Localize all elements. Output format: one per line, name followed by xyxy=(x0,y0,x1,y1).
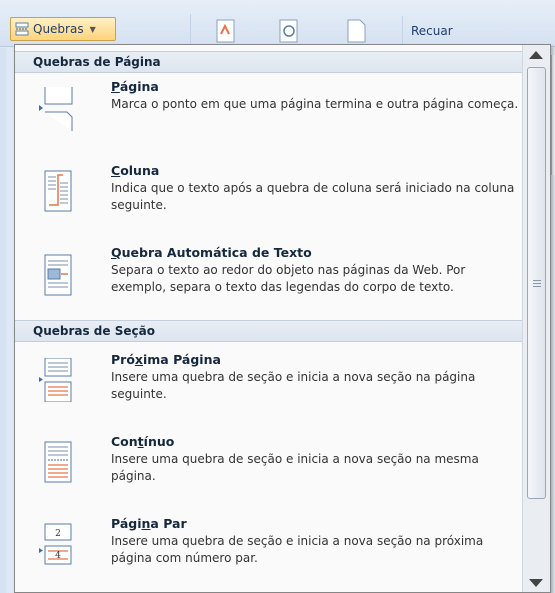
continuous-section-icon xyxy=(44,441,72,483)
even-icon-top-number: 2 xyxy=(55,529,61,539)
breaks-dropdown-menu: Quebras de Página Página Marca o ponto e… xyxy=(14,44,551,593)
item-description: Separa o texto ao redor do objeto nas pá… xyxy=(111,263,466,294)
indent-group-label: Recuar xyxy=(402,16,552,46)
window-edge xyxy=(551,55,555,175)
ribbon-bar: Quebras ▼ Recuar xyxy=(0,0,555,47)
next-page-section-icon xyxy=(39,358,72,402)
text-wrapping-break-icon xyxy=(44,254,72,296)
item-description: Insere uma quebra de seção e inicia a no… xyxy=(111,370,476,401)
scroll-down-arrow-icon[interactable] xyxy=(529,579,543,587)
scrollbar-thumb[interactable] xyxy=(527,67,546,499)
document-edge xyxy=(0,48,6,593)
menu-item-text-wrapping[interactable]: Quebra Automática de Texto Separa o text… xyxy=(15,245,521,305)
item-title: Quebra Automática de Texto xyxy=(111,245,312,260)
chevron-down-icon: ▼ xyxy=(89,24,96,34)
grip-line xyxy=(533,283,541,284)
item-title: Próxima Página xyxy=(111,352,221,367)
item-description: Insere uma quebra de seção e inicia a no… xyxy=(111,534,484,565)
item-title: Página xyxy=(111,79,159,94)
menu-scrollbar[interactable] xyxy=(522,45,550,592)
menu-item-column[interactable]: Coluna Indica que o texto após a quebra … xyxy=(15,163,521,223)
menu-item-continuous[interactable]: Contínuo Insere uma quebra de seção e in… xyxy=(15,434,521,494)
menu-item-next-page[interactable]: Próxima Página Insere uma quebra de seçã… xyxy=(15,352,521,412)
hyphenation-icon[interactable] xyxy=(278,18,300,44)
line-numbers-icon[interactable] xyxy=(215,18,237,44)
item-description: Indica que o texto após a quebra de colu… xyxy=(111,181,515,212)
item-title: Contínuo xyxy=(111,434,175,449)
breaks-icon xyxy=(15,22,29,36)
page-icon[interactable] xyxy=(346,18,368,44)
item-description: Insere uma quebra de seção e inicia a no… xyxy=(111,452,479,483)
menu-item-even-page[interactable]: 2 4 Página Par Insere uma quebra de seçã… xyxy=(15,516,521,576)
item-title: Página Par xyxy=(111,516,187,531)
grip-line xyxy=(533,286,541,287)
item-description: Marca o ponto em que uma página termina … xyxy=(111,97,519,111)
section-header-page-breaks: Quebras de Página xyxy=(15,51,523,73)
menu-item-page[interactable]: Página Marca o ponto em que uma página t… xyxy=(15,79,521,139)
page-break-icon xyxy=(39,87,73,131)
even-icon-bottom-number: 4 xyxy=(55,551,61,561)
grip-line xyxy=(533,280,541,281)
even-page-section-icon: 2 4 xyxy=(39,523,72,565)
item-title: Coluna xyxy=(111,163,160,178)
ribbon-divider xyxy=(190,14,191,46)
quebras-button[interactable]: Quebras ▼ xyxy=(10,17,116,41)
section-header-section-breaks: Quebras de Seção xyxy=(15,320,523,342)
quebras-label: Quebras xyxy=(33,22,84,36)
column-break-icon xyxy=(44,170,72,212)
scroll-up-arrow-icon[interactable] xyxy=(529,51,543,59)
